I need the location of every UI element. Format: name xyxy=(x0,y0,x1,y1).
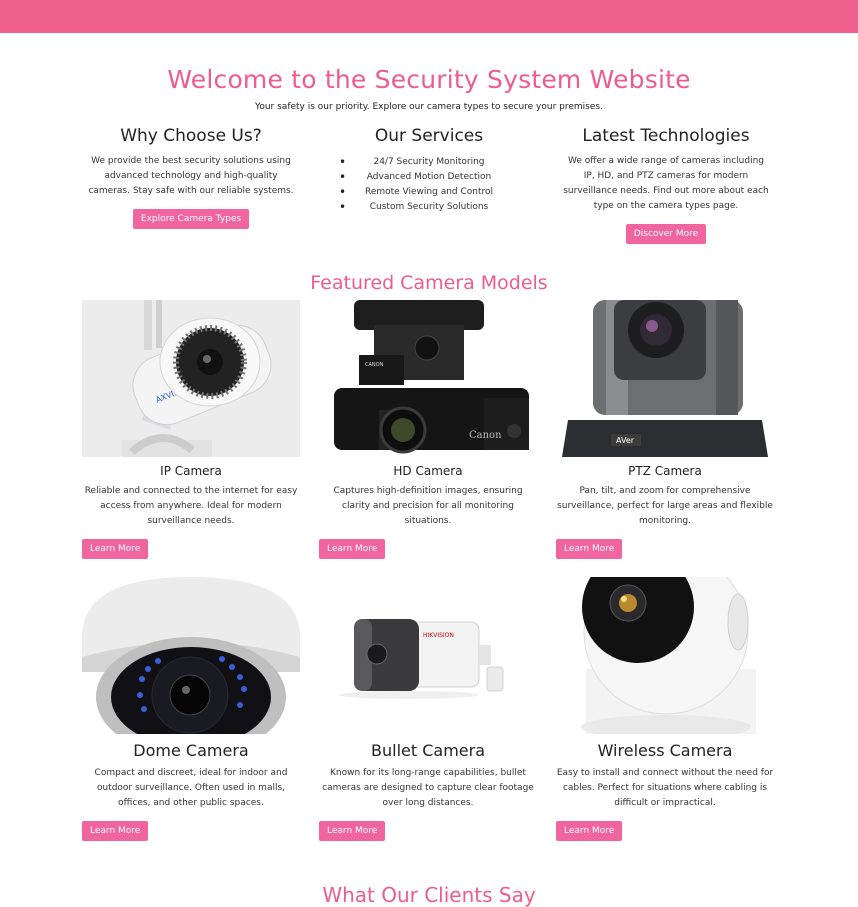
latest-technologies-text: We offer a wide range of cameras includi… xyxy=(563,156,769,211)
ip-camera-button-wrap: Learn More xyxy=(82,529,300,559)
camera-grid: AXVISION IP Camera Reliable and connecte… xyxy=(0,300,858,860)
service-item: 24/7 Security Monitoring xyxy=(319,155,539,170)
wireless-camera-text: Easy to install and connect without the … xyxy=(556,768,774,808)
dome-camera-button-wrap: Learn More xyxy=(82,811,300,841)
bullet-camera-learn-more-button[interactable]: Learn More xyxy=(319,821,386,841)
hd-camera-text: Captures high-definition images, ensurin… xyxy=(333,486,523,526)
testimonials-title: What Our Clients Say xyxy=(322,883,536,907)
top-bar xyxy=(0,0,858,33)
our-services-title: Our Services xyxy=(374,126,484,146)
wireless-camera-title: Wireless Camera xyxy=(597,741,733,760)
hd-camera-learn-more-button[interactable]: Learn More xyxy=(319,539,386,559)
latest-technologies: Latest Technologies We offer a wide rang… xyxy=(556,126,776,244)
svg-text:Canon: Canon xyxy=(469,430,502,441)
why-choose-us-text: We provide the best security solutions u… xyxy=(88,156,294,196)
why-choose-us-title: Why Choose Us? xyxy=(120,126,262,146)
card-ptz-camera: AVer PTZ Camera Pan, tilt, and zoom for … xyxy=(556,300,774,559)
svg-text:HIKVISION: HIKVISION xyxy=(423,632,454,639)
dome-camera-learn-more-button[interactable]: Learn More xyxy=(82,821,149,841)
card-hd-camera: CANON Canon HD Camera Captures high-defi… xyxy=(319,300,537,559)
card-bullet-camera: HIKVISION Bullet Camera Known for its lo… xyxy=(319,577,537,841)
svg-text:AVer: AVer xyxy=(616,436,635,445)
service-item: Advanced Motion Detection xyxy=(319,170,539,185)
bullet-camera-title: Bullet Camera xyxy=(371,741,485,760)
discover-more-button[interactable]: Discover More xyxy=(625,224,707,244)
service-item: Custom Security Solutions xyxy=(319,200,539,215)
card-wireless-camera: Wireless Camera Easy to install and conn… xyxy=(556,577,774,841)
hd-camera-title: HD Camera xyxy=(393,464,463,478)
latest-technologies-title: Latest Technologies xyxy=(582,126,750,146)
page-subtitle: Your safety is our priority. Explore our… xyxy=(255,102,603,112)
bullet-camera-image: HIKVISION xyxy=(319,577,537,734)
card-dome-camera: Dome Camera Compact and discreet, ideal … xyxy=(82,577,300,841)
card-ip-camera: AXVISION IP Camera Reliable and connecte… xyxy=(82,300,300,559)
hd-camera-image: CANON Canon xyxy=(319,300,537,457)
ptz-camera-text: Pan, tilt, and zoom for comprehensive su… xyxy=(557,486,773,526)
explore-camera-types-button[interactable]: Explore Camera Types xyxy=(132,209,250,229)
ip-camera-image: AXVISION xyxy=(82,300,300,457)
features-row: Why Choose Us? We provide the best secur… xyxy=(0,126,858,276)
why-choose-us: Why Choose Us? We provide the best secur… xyxy=(81,126,301,229)
wireless-camera-button-wrap: Learn More xyxy=(556,811,774,841)
bullet-camera-text: Known for its long-range capabilities, b… xyxy=(322,768,534,808)
dome-camera-title: Dome Camera xyxy=(133,741,249,760)
page-title: Welcome to the Security System Website xyxy=(167,65,691,94)
ptz-camera-button-wrap: Learn More xyxy=(556,529,774,559)
wireless-camera-image xyxy=(556,577,774,734)
wireless-camera-learn-more-button[interactable]: Learn More xyxy=(556,821,623,841)
services-list: 24/7 Security Monitoring Advanced Motion… xyxy=(319,155,539,215)
dome-camera-text: Compact and discreet, ideal for indoor a… xyxy=(94,768,288,808)
hero: Welcome to the Security System Website Y… xyxy=(0,33,858,112)
ip-camera-title: IP Camera xyxy=(160,464,222,478)
our-services: Our Services 24/7 Security Monitoring Ad… xyxy=(319,126,539,215)
hd-camera-button-wrap: Learn More xyxy=(319,529,537,559)
dome-camera-image xyxy=(82,577,300,734)
ptz-camera-title: PTZ Camera xyxy=(628,464,702,478)
service-item: Remote Viewing and Control xyxy=(319,185,539,200)
svg-text:CANON: CANON xyxy=(365,362,384,368)
ptz-camera-learn-more-button[interactable]: Learn More xyxy=(556,539,623,559)
ip-camera-learn-more-button[interactable]: Learn More xyxy=(82,539,149,559)
ip-camera-text: Reliable and connected to the internet f… xyxy=(84,486,298,526)
ptz-camera-image: AVer xyxy=(556,300,774,457)
bullet-camera-button-wrap: Learn More xyxy=(319,811,537,841)
